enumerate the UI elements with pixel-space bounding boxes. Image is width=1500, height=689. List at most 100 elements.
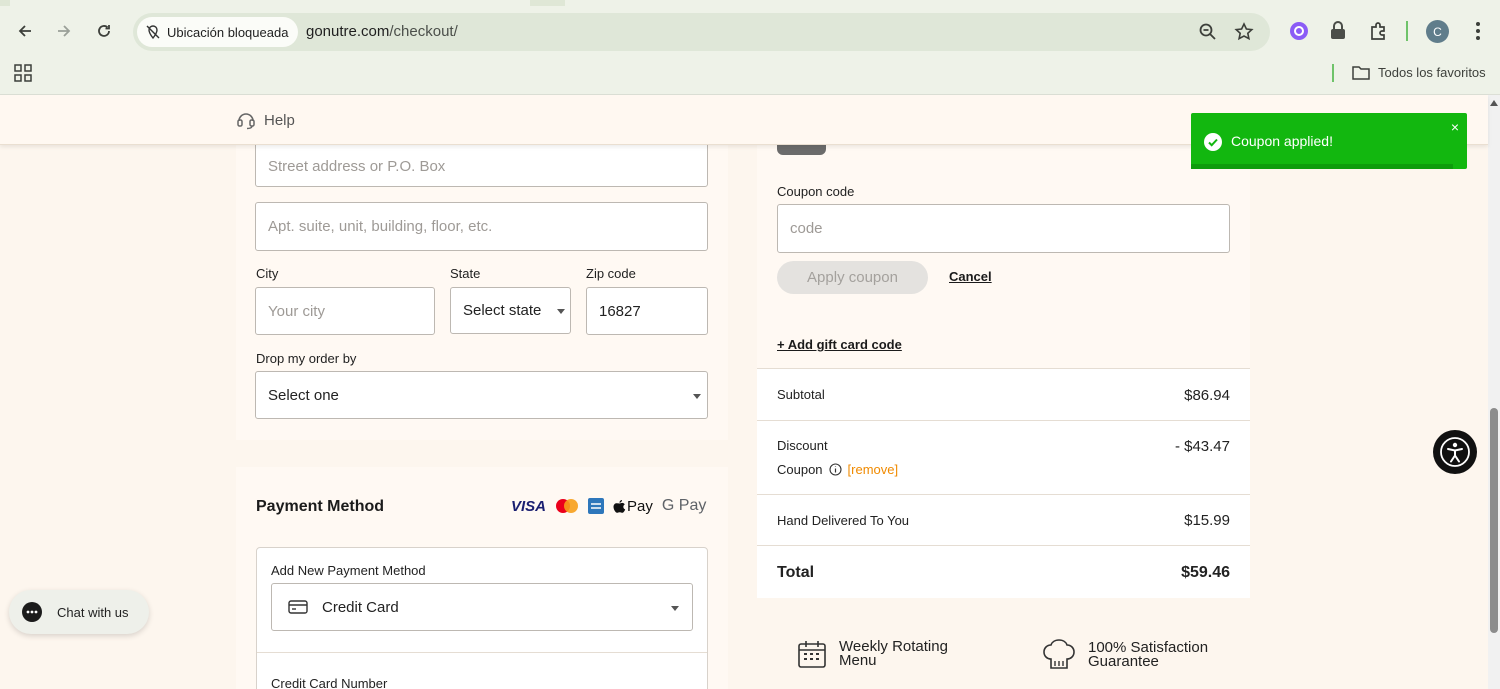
browser-toolbar: Ubicación bloqueada gonutre.com/checkout… — [0, 0, 1500, 95]
weekly-menu-line2: Menu — [839, 652, 877, 669]
credit-card-icon — [288, 600, 308, 614]
address-bar[interactable]: Ubicación bloqueada gonutre.com/checkout… — [133, 13, 1270, 51]
chat-label: Chat with us — [57, 604, 129, 620]
add-gift-card-link[interactable]: + Add gift card code — [777, 337, 902, 352]
info-icon[interactable] — [828, 463, 842, 476]
remove-coupon-link[interactable]: [remove] — [848, 462, 899, 477]
zip-code-input[interactable]: 16827 — [586, 287, 708, 335]
total-value: $59.46 — [1181, 564, 1230, 581]
subtotal-value: $86.94 — [1184, 387, 1230, 404]
coupon-applied-toast: Coupon applied! × — [1191, 113, 1467, 169]
chat-widget-button[interactable]: Chat with us — [9, 590, 149, 634]
mastercard-logo-icon — [556, 499, 579, 513]
extensions-puzzle-icon[interactable] — [1368, 20, 1390, 42]
order-summary-section: Coupon code code Apply coupon Cancel + A… — [757, 130, 1250, 598]
headset-icon — [237, 113, 255, 130]
coupon-line: Coupon [remove] — [777, 462, 898, 477]
back-button[interactable] — [12, 18, 38, 44]
folder-icon — [1352, 66, 1370, 80]
cancel-coupon-link[interactable]: Cancel — [949, 269, 992, 284]
state-label: State — [450, 266, 481, 281]
url-path: /checkout/ — [389, 23, 458, 40]
payment-method-title: Payment Method — [256, 498, 385, 515]
all-bookmarks-folder[interactable]: Todos los favoritos — [1352, 64, 1486, 80]
drop-order-label: Drop my order by — [256, 351, 357, 366]
help-link[interactable]: Help — [236, 110, 295, 130]
chevron-down-icon — [671, 606, 679, 611]
site-info-chip[interactable]: Ubicación bloqueada — [137, 17, 299, 47]
chat-bubble-icon — [22, 602, 42, 622]
reload-icon — [98, 25, 110, 37]
check-circle-icon — [1204, 133, 1222, 151]
apt-suite-input[interactable]: Apt. suite, unit, building, floor, etc. — [255, 202, 708, 251]
card-number-label: Credit Card Number — [271, 676, 388, 689]
zoom-icon[interactable] — [1198, 22, 1218, 42]
payment-method-value: Credit Card — [322, 598, 399, 616]
help-label: Help — [264, 111, 295, 129]
calendar-icon — [798, 641, 826, 668]
delivery-value: $15.99 — [1184, 512, 1230, 529]
bookmarks-divider — [1332, 64, 1334, 82]
visa-logo: VISA — [511, 497, 547, 515]
bookmarks-folder-label: Todos los favoritos — [1378, 64, 1486, 80]
city-input[interactable]: Your city — [255, 287, 435, 335]
apple-pay-logo: Pay — [613, 498, 653, 515]
bookmark-star-icon[interactable] — [1234, 22, 1254, 42]
drop-order-value: Select one — [268, 386, 339, 404]
panel-divider — [257, 652, 707, 653]
delivery-label: Hand Delivered To You — [777, 513, 910, 528]
discount-label: Discount — [777, 438, 828, 453]
chef-hat-icon — [1043, 639, 1075, 669]
apply-coupon-button[interactable]: Apply coupon — [777, 261, 928, 294]
forward-button[interactable] — [51, 18, 77, 44]
apple-pay-text: Pay — [627, 497, 653, 515]
amex-logo-icon — [588, 498, 605, 514]
weekly-menu-feature: Weekly Rotating Menu — [797, 639, 948, 669]
toolbar-divider — [1406, 21, 1408, 41]
discount-value: - $43.47 — [1174, 438, 1230, 455]
toast-message: Coupon applied! — [1231, 133, 1333, 149]
page-scrollbar-thumb[interactable] — [1490, 408, 1498, 633]
coupon-code-label: Coupon code — [777, 184, 855, 199]
satisfaction-feature: 100% Satisfaction Guarantee — [1042, 639, 1208, 671]
accessibility-button[interactable] — [1433, 430, 1477, 474]
location-blocked-icon — [146, 25, 160, 40]
site-chip-label: Ubicación bloqueada — [167, 24, 289, 40]
scroll-up-arrow-icon[interactable] — [1490, 100, 1498, 106]
state-select[interactable]: Select state — [450, 287, 571, 334]
chevron-down-icon — [557, 309, 565, 314]
url-text[interactable]: gonutre.com/checkout/ — [306, 23, 458, 40]
subtotal-row: Subtotal $86.94 — [757, 368, 1250, 420]
tab-strip — [0, 0, 1500, 6]
profile-avatar[interactable]: C — [1426, 20, 1449, 43]
bookmarks-bar: Todos los favoritos — [0, 56, 1500, 94]
zip-label: Zip code — [586, 266, 636, 281]
arrow-left-icon — [18, 25, 31, 37]
add-payment-panel: Add New Payment Method Credit Card Credi… — [256, 547, 708, 689]
apps-grid-icon[interactable] — [14, 64, 32, 82]
payment-method-section: Payment Method VISA Pay G Pay Add New Pa… — [236, 467, 728, 689]
coupon-code-input[interactable]: code — [777, 204, 1230, 253]
subtotal-label: Subtotal — [777, 387, 825, 402]
url-domain: gonutre.com — [306, 23, 390, 40]
total-label: Total — [777, 564, 815, 581]
chevron-down-icon — [693, 394, 701, 399]
reload-button[interactable] — [91, 18, 117, 44]
browser-menu-button[interactable] — [1468, 20, 1488, 42]
delivery-address-section: Street address or P.O. Box Apt. suite, u… — [236, 135, 728, 440]
google-pay-logo: G Pay — [661, 497, 707, 514]
drop-order-select[interactable]: Select one — [255, 371, 708, 419]
toast-progress-bar — [1191, 164, 1453, 169]
lock-extension-icon[interactable] — [1327, 20, 1349, 42]
payment-method-select[interactable]: Credit Card — [271, 583, 693, 631]
weekly-menu-text: Weekly Rotating Menu — [839, 639, 948, 669]
toast-close-button[interactable]: × — [1451, 119, 1459, 135]
apple-icon — [613, 499, 626, 513]
accessibility-icon — [1440, 437, 1470, 467]
city-label: City — [256, 266, 279, 281]
state-select-value: Select state — [463, 302, 542, 319]
payment-logos: VISA Pay G Pay — [511, 497, 706, 515]
add-payment-label: Add New Payment Method — [271, 563, 426, 578]
satisfaction-text: 100% Satisfaction Guarantee — [1088, 640, 1208, 669]
extension-purple-icon[interactable] — [1288, 20, 1310, 42]
